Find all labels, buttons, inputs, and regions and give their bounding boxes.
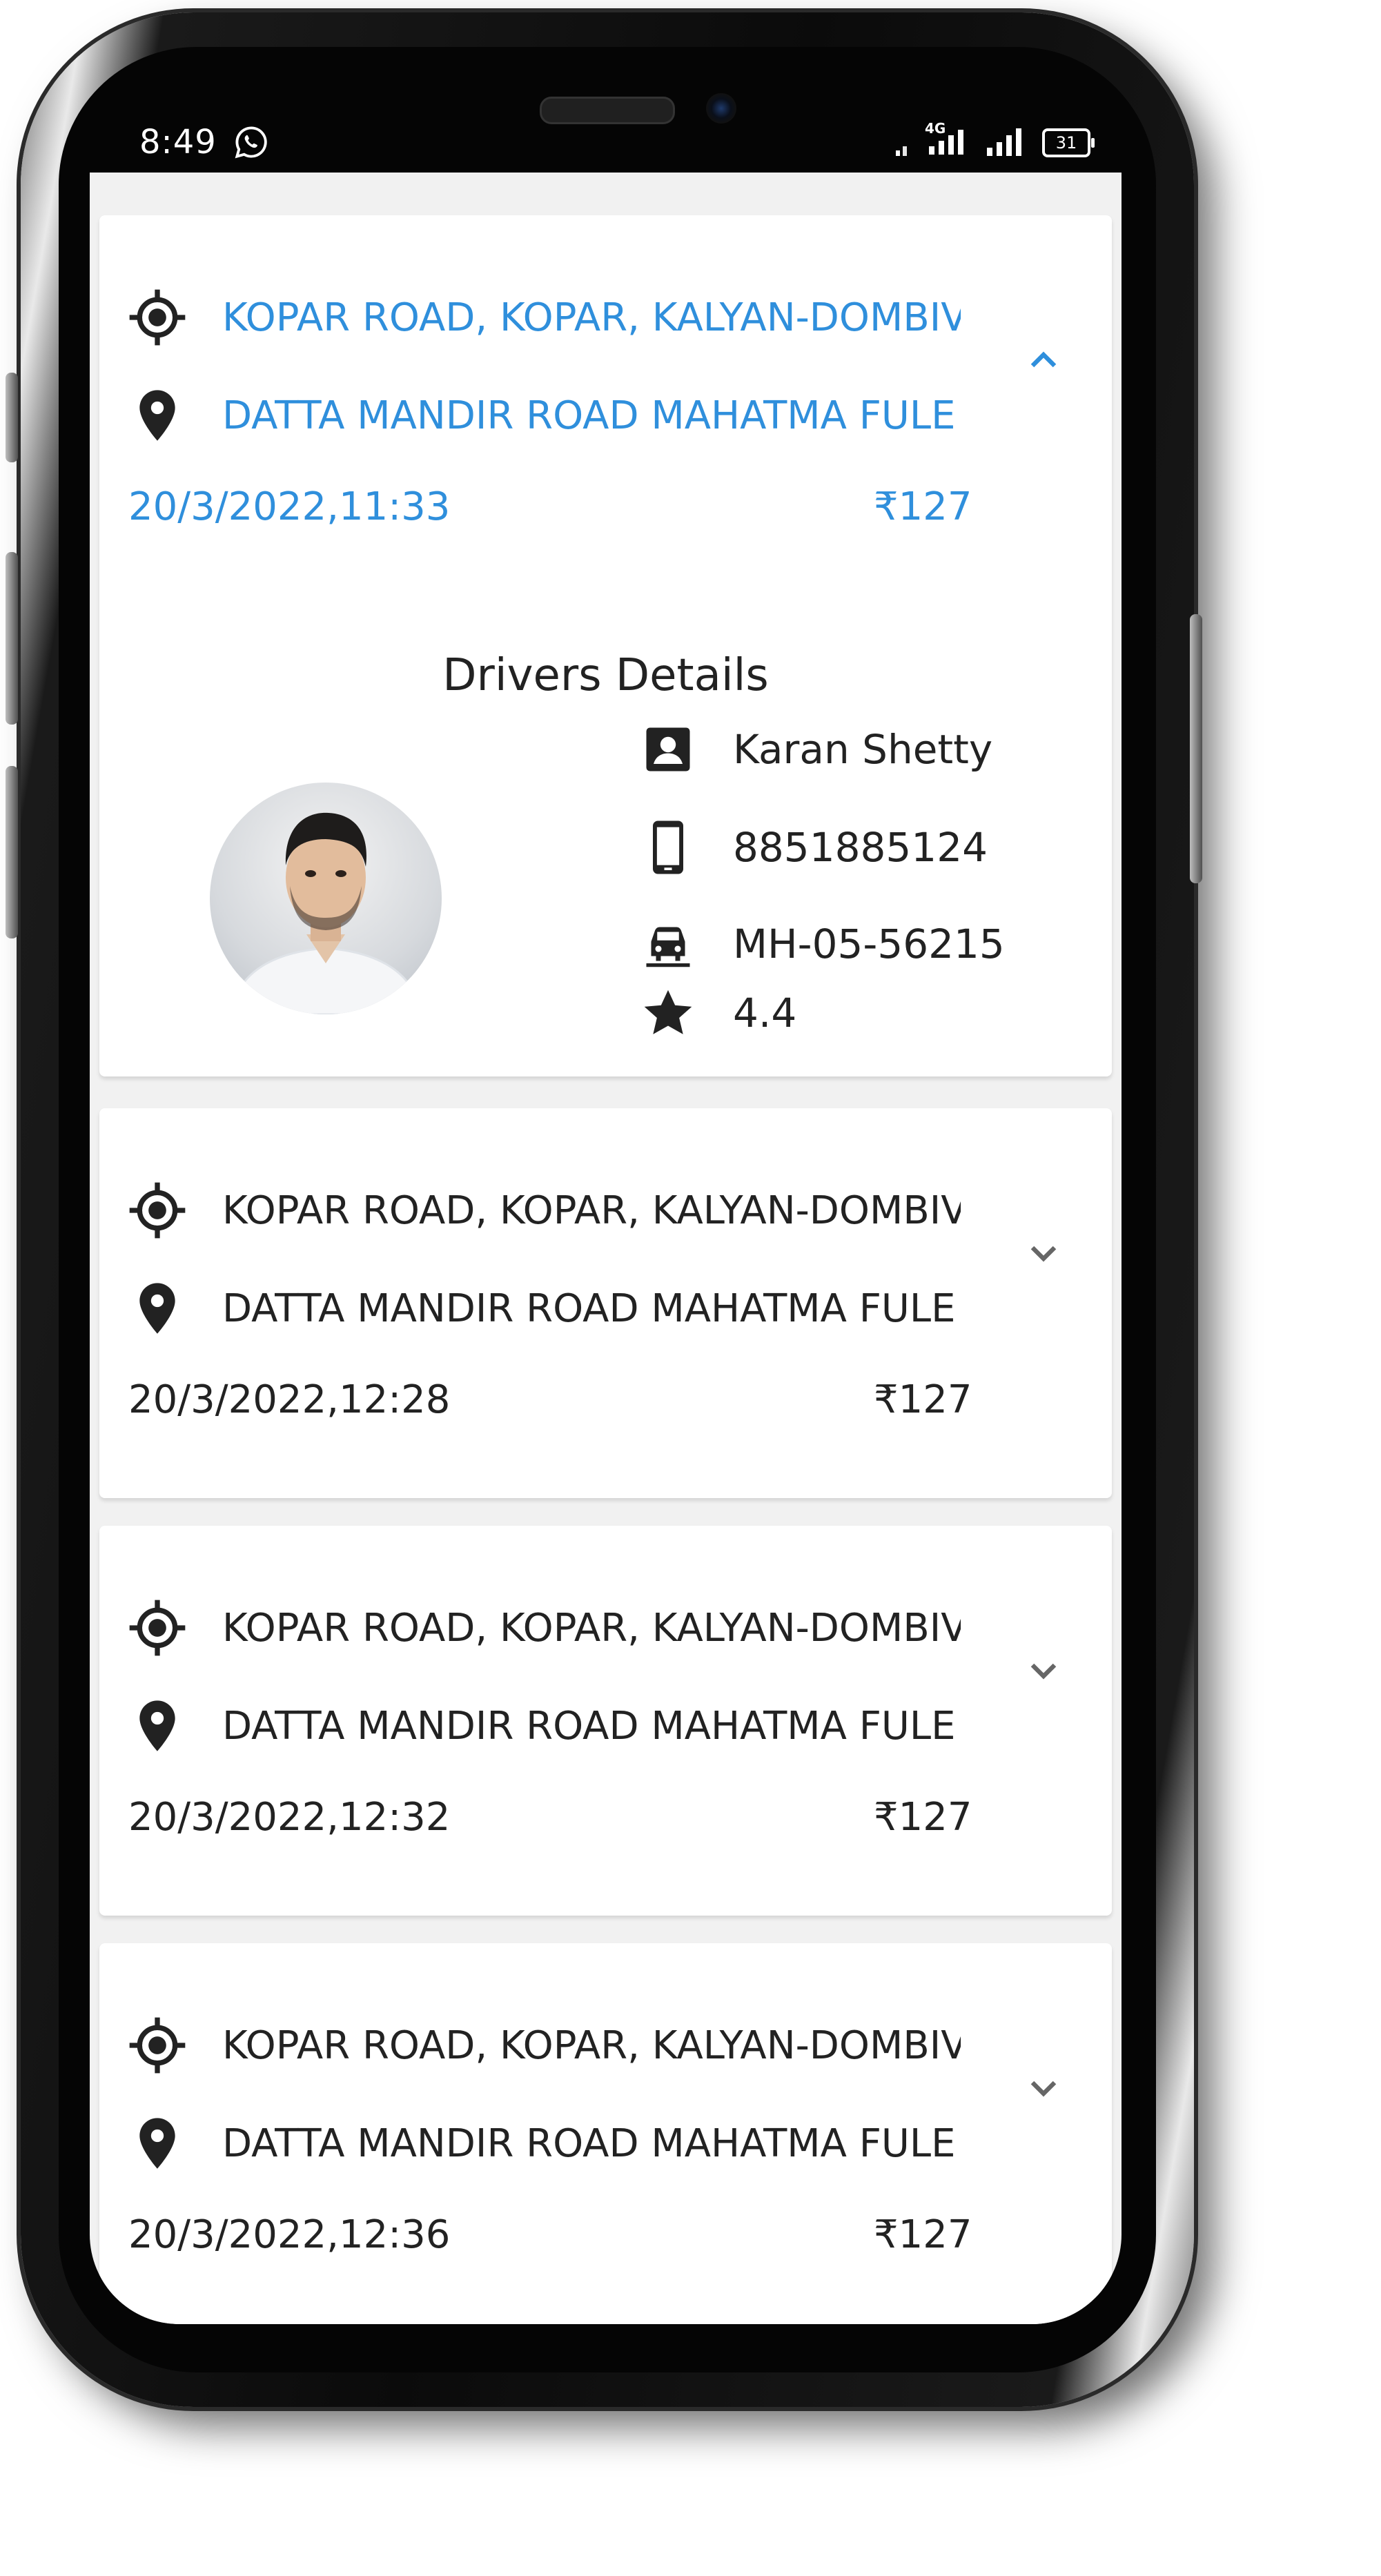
pickup-address: KOPAR ROAD, KOPAR, KALYAN-DOMBIVLI (222, 1188, 961, 1233)
battery-icon: 31 (1042, 128, 1095, 157)
gps-target-icon (127, 287, 188, 348)
pickup-address: KOPAR ROAD, KOPAR, KALYAN-DOMBIVLI (222, 2023, 961, 2068)
drop-address: DATTA MANDIR ROAD MAHATMA FULE (222, 1703, 956, 1749)
driver-name: Karan Shetty (733, 726, 993, 773)
gps-target-icon (127, 1180, 188, 1241)
drop-address: DATTA MANDIR ROAD MAHATMA FULE (222, 1286, 956, 1331)
driver-phone-row: 8851885124 (638, 817, 988, 878)
pickup-address: KOPAR ROAD, KOPAR, KALYAN-DOMBIVLI (222, 295, 961, 340)
ride-datetime: 20/3/2022,12:28 (128, 1377, 451, 1422)
power-button (1190, 614, 1202, 883)
signal-4g-icon: 4G (925, 120, 973, 157)
battery-level: 31 (1055, 133, 1077, 153)
status-time: 8:49 (139, 123, 217, 161)
location-pin-icon (127, 385, 188, 446)
driver-rating: 4.4 (733, 990, 797, 1036)
signal-bars-icon (987, 128, 1021, 156)
silent-switch (6, 373, 18, 462)
ride-history-screen[interactable]: KOPAR ROAD, KOPAR, KALYAN-DOMBIVLI DATTA… (90, 173, 1122, 2324)
drop-row: DATTA MANDIR ROAD MAHATMA FULE (127, 1278, 961, 1339)
mobile-phone-icon (638, 817, 698, 878)
drop-row: DATTA MANDIR ROAD MAHATMA FULE (127, 2113, 961, 2174)
star-icon (638, 983, 698, 1043)
expand-button[interactable] (1016, 2061, 1071, 2116)
whatsapp-icon (235, 126, 267, 159)
drop-address: DATTA MANDIR ROAD MAHATMA FULE (222, 393, 956, 438)
location-pin-icon (127, 1695, 188, 1756)
driver-avatar (210, 783, 442, 1014)
drop-row: DATTA MANDIR ROAD MAHATMA FULE (127, 385, 961, 446)
contact-card-icon (638, 719, 698, 780)
ride-card[interactable]: KOPAR ROAD, KOPAR, KALYAN-DOMBIVLI DATTA… (99, 1108, 1112, 1498)
pickup-row: KOPAR ROAD, KOPAR, KALYAN-DOMBIVLI (127, 1180, 961, 1241)
driver-phone[interactable]: 8851885124 (733, 824, 988, 871)
signal-weak-icon (896, 146, 907, 156)
car-icon (638, 914, 698, 974)
chevron-down-icon (1030, 2081, 1057, 2097)
ride-fare: ₹127 (874, 484, 972, 529)
volume-up-button (6, 552, 18, 725)
driver-name-row: Karan Shetty (638, 719, 992, 780)
gps-target-icon (127, 2015, 188, 2076)
location-pin-icon (127, 1278, 188, 1339)
ride-fare: ₹127 (874, 1795, 972, 1840)
chevron-down-icon (1030, 1663, 1057, 1680)
volume-down-button (6, 766, 18, 938)
ride-fare: ₹127 (874, 2212, 972, 2257)
pickup-row: KOPAR ROAD, KOPAR, KALYAN-DOMBIVLI (127, 1597, 961, 1658)
driver-rating-row: 4.4 (638, 983, 796, 1043)
ride-card[interactable]: KOPAR ROAD, KOPAR, KALYAN-DOMBIVLI DATTA… (99, 1943, 1112, 2324)
gps-target-icon (127, 1597, 188, 1658)
pickup-address: KOPAR ROAD, KOPAR, KALYAN-DOMBIVLI (222, 1605, 961, 1651)
ride-card[interactable]: KOPAR ROAD, KOPAR, KALYAN-DOMBIVLI DATTA… (99, 215, 1112, 1076)
expand-button[interactable] (1016, 1226, 1071, 1281)
pickup-row: KOPAR ROAD, KOPAR, KALYAN-DOMBIVLI (127, 287, 961, 348)
ride-datetime: 20/3/2022,11:33 (128, 484, 451, 529)
status-bar: 8:49 4G 31 (90, 117, 1097, 173)
collapse-button[interactable] (1016, 333, 1071, 388)
chevron-up-icon (1030, 351, 1057, 368)
expand-button[interactable] (1016, 1643, 1071, 1698)
driver-vehicle-row: MH-05-56215 (638, 914, 1005, 974)
ride-datetime: 20/3/2022,12:36 (128, 2212, 451, 2257)
ride-datetime: 20/3/2022,12:32 (128, 1795, 451, 1840)
drop-row: DATTA MANDIR ROAD MAHATMA FULE (127, 1695, 961, 1756)
drivers-details-title: Drivers Details (442, 650, 769, 701)
ride-card[interactable]: KOPAR ROAD, KOPAR, KALYAN-DOMBIVLI DATTA… (99, 1526, 1112, 1916)
driver-vehicle-number: MH-05-56215 (733, 921, 1005, 967)
ride-fare: ₹127 (874, 1377, 972, 1422)
status-icons: 4G 31 (894, 120, 1095, 157)
chevron-down-icon (1030, 1246, 1057, 1262)
drop-address: DATTA MANDIR ROAD MAHATMA FULE (222, 2121, 956, 2166)
pickup-row: KOPAR ROAD, KOPAR, KALYAN-DOMBIVLI (127, 2015, 961, 2076)
location-pin-icon (127, 2113, 188, 2174)
